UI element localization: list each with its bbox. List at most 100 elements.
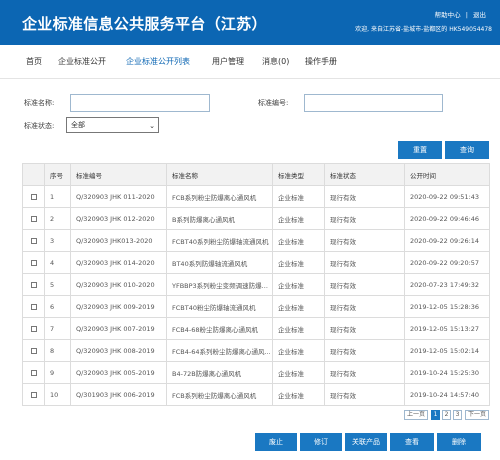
standard-status: 现行有效 — [324, 295, 405, 318]
nav-manual[interactable]: 操作手册 — [305, 56, 337, 67]
standard-status: 现行有效 — [324, 273, 405, 296]
publish-time: 2020-07-23 17:49:32 — [404, 273, 490, 296]
publish-time: 2019-12-05 15:02:14 — [404, 339, 490, 362]
nav-standard-publish[interactable]: 企业标准公开 — [58, 56, 106, 67]
table-row[interactable]: 4 Q/320903 JHK 014-2020 BT40系列防爆轴流通风机 企业标准现… — [22, 251, 490, 274]
standard-number: Q/320903 JHK 007-2019 — [70, 317, 167, 340]
table-row[interactable]: 1 Q/320903 JHK 011-2020 FCB系列粉尘防爆离心通风机 企业标准… — [22, 185, 490, 208]
table-row[interactable]: 8 Q/320903 JHK 008-2019 FCB4-64系列粉尘防爆离心通风.… — [22, 339, 490, 362]
standard-name: FCB系列粉尘防爆离心通风机 — [166, 383, 273, 406]
standard-name: B4-72B防爆离心通风机 — [166, 361, 273, 384]
standard-status: 现行有效 — [324, 339, 405, 362]
standard-name: FCB4-64系列粉尘防爆离心通风... — [166, 339, 273, 362]
row-select-cell — [22, 295, 45, 318]
standard-status: 现行有效 — [324, 251, 405, 274]
standard-number: Q/320903 JHK013-2020 — [70, 229, 167, 252]
nav-home[interactable]: 首页 — [26, 56, 42, 67]
standard-number-input[interactable] — [304, 94, 443, 112]
row-index: 6 — [44, 295, 71, 318]
standard-name-input[interactable] — [70, 94, 210, 112]
standard-type: 企业标准 — [272, 383, 325, 406]
page-1-button[interactable]: 1 — [431, 410, 440, 420]
standard-status: 现行有效 — [324, 317, 405, 340]
logout-link[interactable]: 退出 — [473, 11, 486, 19]
row-select-cell — [22, 361, 45, 384]
query-button[interactable]: 查询 — [445, 141, 489, 159]
standard-status: 现行有效 — [324, 229, 405, 252]
row-checkbox[interactable] — [30, 281, 37, 288]
standard-number: Q/320903 JHK 014-2020 — [70, 251, 167, 274]
standard-name-label: 标准名称: — [24, 99, 55, 107]
standard-name: FCBT40粉尘防爆轴流通风机 — [166, 295, 273, 318]
table-row[interactable]: 2 Q/320903 JHK 012-2020 B系列防爆离心通风机 企业标准 现行有效… — [22, 207, 490, 230]
row-checkbox[interactable] — [30, 215, 37, 222]
prev-page-button[interactable]: 上一页 — [404, 410, 428, 420]
row-select-cell — [22, 207, 45, 230]
standard-number: Q/320903 JHK 008-2019 — [70, 339, 167, 362]
revise-button[interactable]: 修订 — [300, 433, 342, 451]
standard-status: 现行有效 — [324, 207, 405, 230]
publish-time: 2019-12-05 15:13:27 — [404, 317, 490, 340]
row-checkbox[interactable] — [30, 193, 37, 200]
row-checkbox[interactable] — [30, 303, 37, 310]
standard-number: Q/320903 JHK 012-2020 — [70, 207, 167, 230]
column-header: 公开时间 — [404, 163, 490, 186]
standard-status: 现行有效 — [324, 185, 405, 208]
standard-type: 企业标准 — [272, 295, 325, 318]
publish-time: 2019-12-05 15:28:36 — [404, 295, 490, 318]
row-checkbox[interactable] — [30, 325, 37, 332]
help-center-link[interactable]: 帮助中心 — [435, 11, 461, 19]
table-row[interactable]: 7 Q/320903 JHK 007-2019 FCB4-68粉尘防爆离心通风机 企业… — [22, 317, 490, 340]
abolish-button[interactable]: 废止 — [255, 433, 297, 451]
page-2-button[interactable]: 2 — [442, 410, 451, 420]
standard-number: Q/320903 JHK 011-2020 — [70, 185, 167, 208]
row-select-cell — [22, 251, 45, 274]
table-row[interactable]: 9 Q/320903 JHK 005-2019 B4-72B防爆离心通风机 企业标准现… — [22, 361, 490, 384]
publish-time: 2020-09-22 09:46:46 — [404, 207, 490, 230]
reset-button[interactable]: 重置 — [398, 141, 442, 159]
column-header: 标准名称 — [166, 163, 273, 186]
table-row[interactable]: 3 Q/320903 JHK013-2020 FCBT40系列粉尘防爆轴流通风机 企业… — [22, 229, 490, 252]
standard-status-select[interactable]: 全部 ⌄ — [66, 117, 159, 133]
publish-time: 2020-09-22 09:20:57 — [404, 251, 490, 274]
row-index: 8 — [44, 339, 71, 362]
standard-number: Q/320903 JHK 010-2020 — [70, 273, 167, 296]
row-checkbox[interactable] — [30, 259, 37, 266]
standard-name: FCBT40系列粉尘防爆轴流通风机 — [166, 229, 273, 252]
table-row[interactable]: 6 Q/320903 JHK 009-2019 FCBT40粉尘防爆轴流通风机 企业标… — [22, 295, 490, 318]
standard-type: 企业标准 — [272, 339, 325, 362]
related-products-button[interactable]: 关联产品 — [345, 433, 387, 451]
view-button[interactable]: 查看 — [390, 433, 434, 451]
row-select-cell — [22, 273, 45, 296]
standard-name: B系列防爆离心通风机 — [166, 207, 273, 230]
publish-time: 2020-09-22 09:26:14 — [404, 229, 490, 252]
nav-standard-list[interactable]: 企业标准公开列表 — [126, 56, 190, 67]
row-select-cell — [22, 339, 45, 362]
publish-time: 2020-09-22 09:51:43 — [404, 185, 490, 208]
row-select-cell — [22, 185, 45, 208]
page-3-button[interactable]: 3 — [453, 410, 462, 420]
row-checkbox[interactable] — [30, 391, 37, 398]
standard-number: Q/320903 JHK 005-2019 — [70, 361, 167, 384]
row-checkbox[interactable] — [30, 347, 37, 354]
standard-status-label: 标准状态: — [24, 122, 55, 130]
standard-status: 现行有效 — [324, 361, 405, 384]
row-select-cell — [22, 383, 45, 406]
publish-time: 2019-10-24 15:25:30 — [404, 361, 490, 384]
standard-type: 企业标准 — [272, 273, 325, 296]
standards-table: 序号 标准编号 标准名称 标准类型 标准状态 公开时间 1 Q/320903 JH… — [22, 163, 490, 406]
nav-messages[interactable]: 消息(0) — [262, 56, 289, 67]
standard-status: 现行有效 — [324, 383, 405, 406]
row-select-cell — [22, 317, 45, 340]
table-row[interactable]: 10 Q/301903 JHK 006-2019 FCB系列粉尘防爆离心通风机 企业标… — [22, 383, 490, 406]
column-header: 标准编号 — [70, 163, 167, 186]
table-row[interactable]: 5 Q/320903 JHK 010-2020 YFBBP3系列粉尘变频调速防爆..… — [22, 273, 490, 296]
next-page-button[interactable]: 下一页 — [465, 410, 489, 420]
nav-user-management[interactable]: 用户管理 — [212, 56, 244, 67]
row-checkbox[interactable] — [30, 369, 37, 376]
standard-type: 企业标准 — [272, 251, 325, 274]
app-header: 企业标准信息公共服务平台（江苏） 帮助中心 | 退出 欢迎, 来自江苏省-盐城市… — [0, 0, 500, 45]
row-checkbox[interactable] — [30, 237, 37, 244]
column-header: 标准类型 — [272, 163, 325, 186]
delete-button[interactable]: 删除 — [437, 433, 481, 451]
